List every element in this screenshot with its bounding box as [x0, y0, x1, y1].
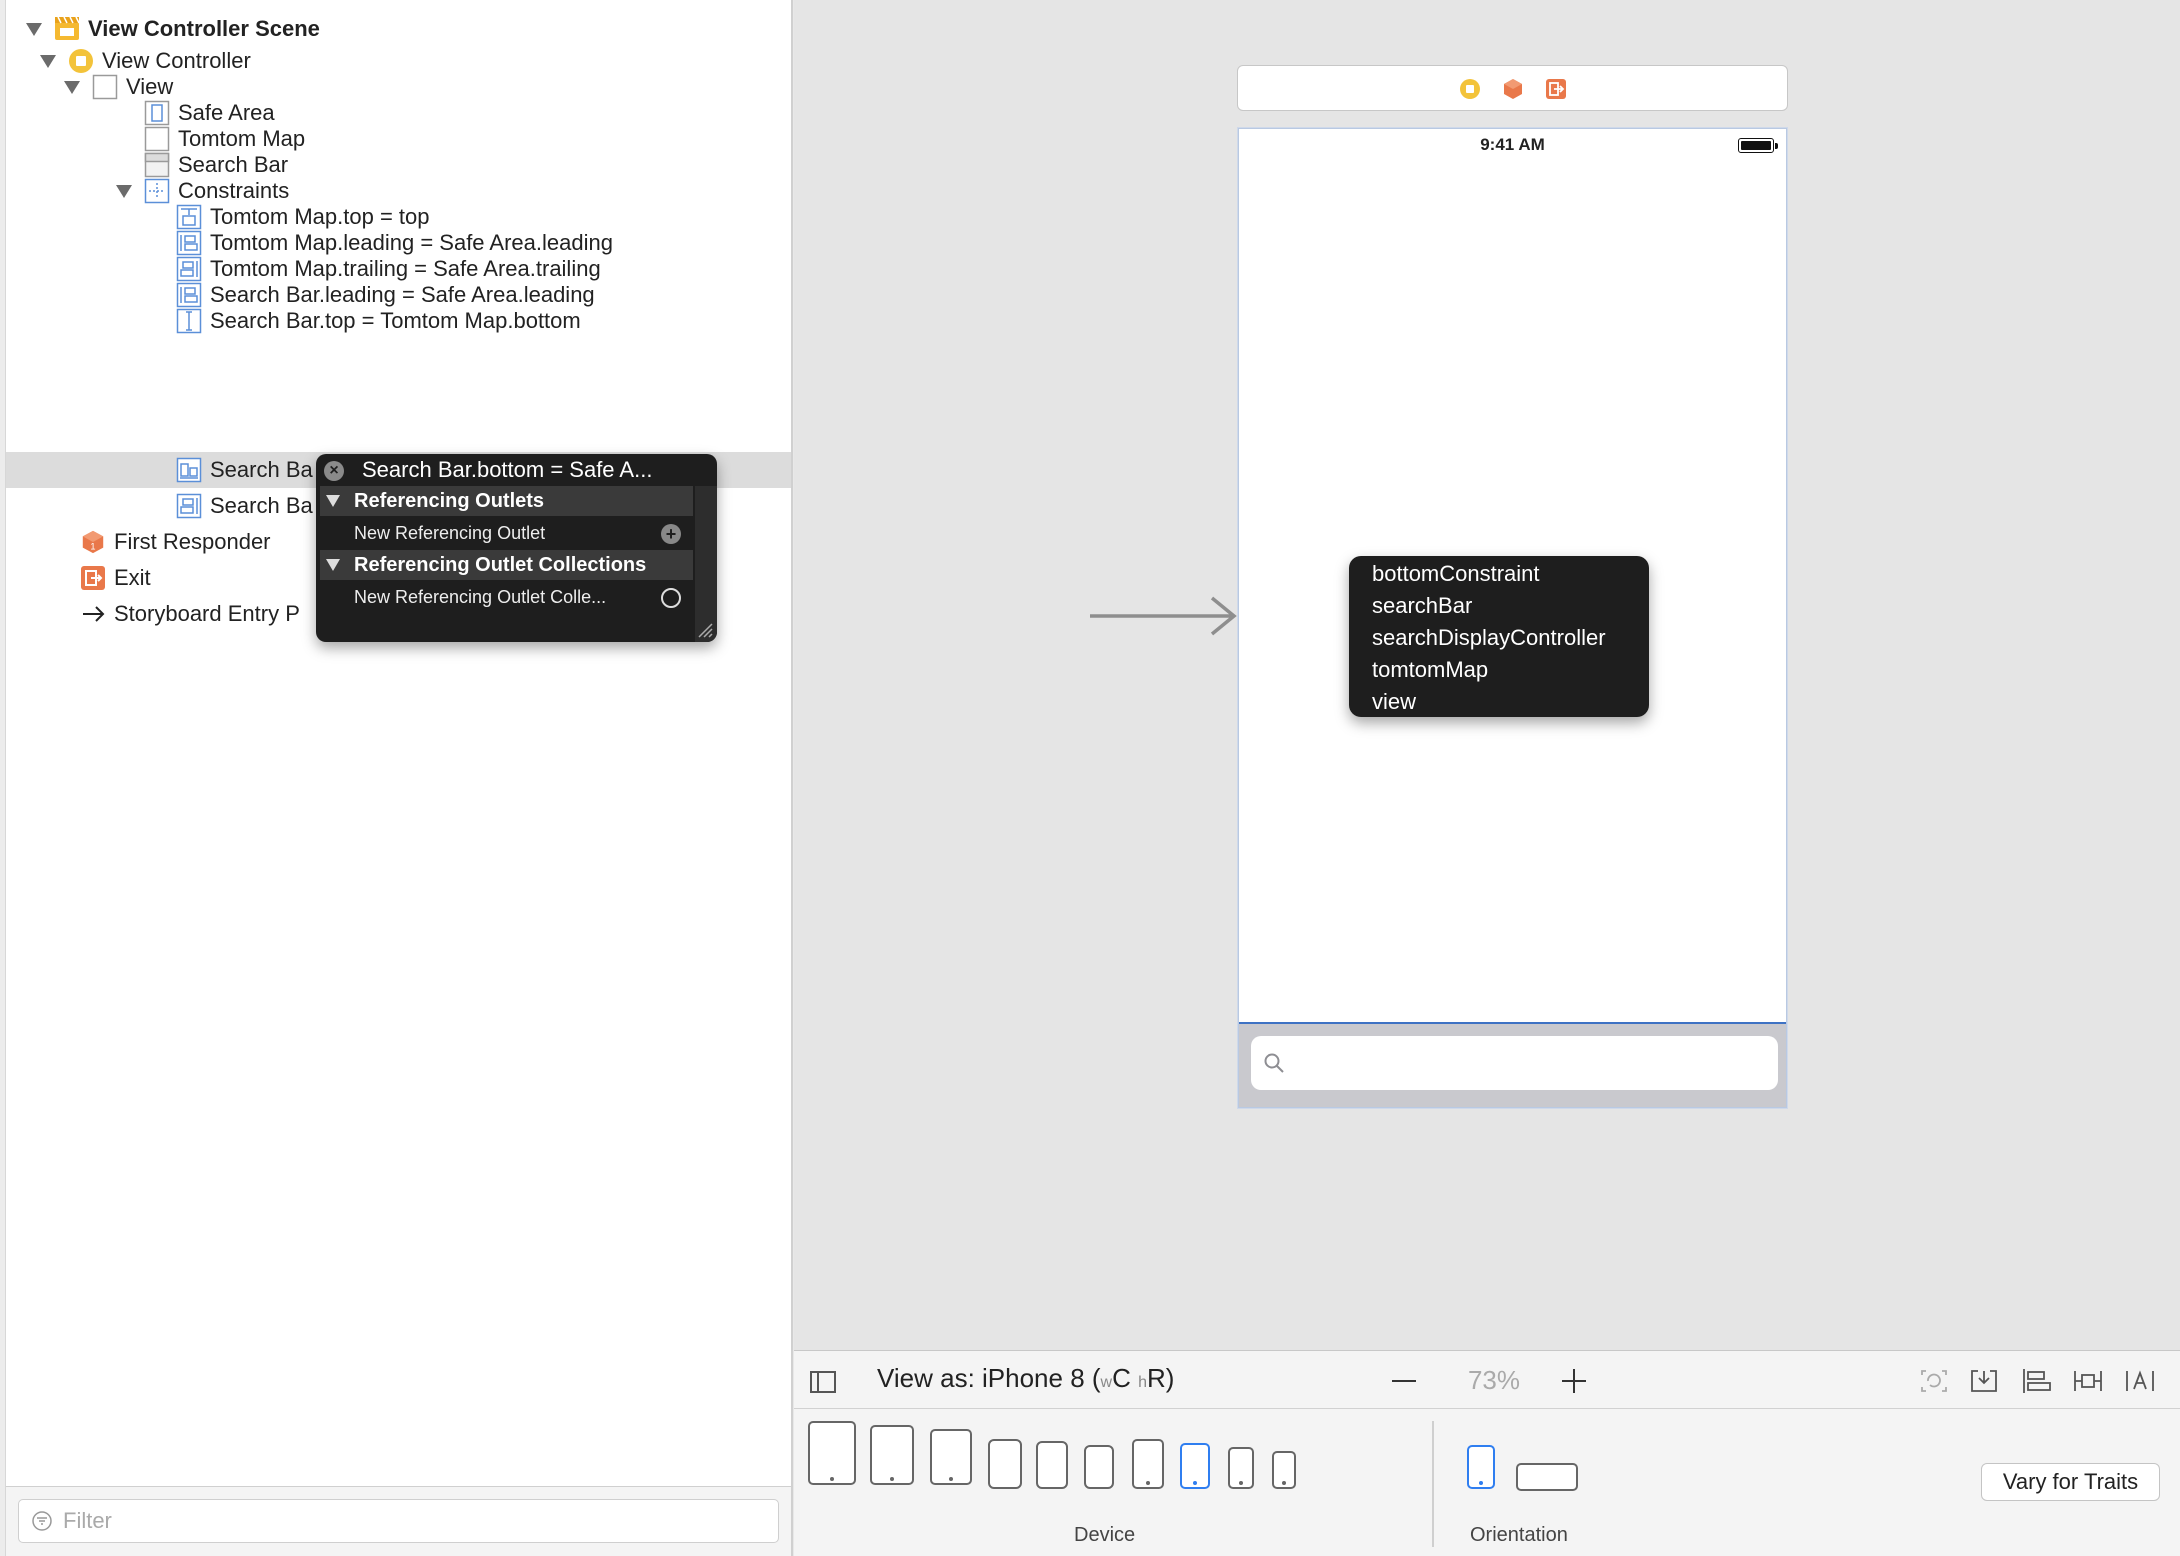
device-iphone-se-icon[interactable] [1228, 1447, 1254, 1489]
disclosure-triangle-icon[interactable] [116, 184, 132, 198]
search-icon [1264, 1053, 1284, 1073]
bottom-toolbar: View as: iPhone 8 (wC hR) 73% [794, 1351, 2180, 1409]
disclosure-triangle-icon[interactable] [26, 22, 42, 36]
outlet-picker-popup: bottomConstraint searchBar searchDisplay… [1349, 556, 1649, 717]
search-bar-view[interactable] [1239, 1024, 1786, 1107]
device-ipad-icon[interactable] [930, 1429, 972, 1485]
outline-row-label: Search Ba [210, 493, 313, 518]
search-input[interactable] [1291, 1046, 1761, 1080]
update-frames-icon[interactable] [1918, 1367, 1950, 1395]
size-class-w-prefix: w [1100, 1374, 1113, 1391]
svg-text:1: 1 [90, 541, 95, 551]
zoom-level: 73% [1467, 1365, 1521, 1395]
entry-point-arrow-icon[interactable] [1090, 594, 1238, 638]
search-field[interactable] [1251, 1036, 1778, 1090]
vary-for-traits-button[interactable]: Vary for Traits [1981, 1463, 2160, 1501]
arrow-right-icon [80, 601, 106, 627]
constraint-trailing-icon [176, 493, 202, 519]
outline-filter-bar [6, 1486, 791, 1556]
size-class-h-prefix: h [1138, 1374, 1148, 1391]
view-as-prefix: View as: iPhone 8 ( [877, 1363, 1101, 1393]
device-iphone-8-icon[interactable] [1180, 1443, 1210, 1489]
outline-row-constraint[interactable]: Search Bar.top = Tomtom Map.bottom [6, 303, 791, 339]
device-ipad-pro-12-9-icon[interactable] [808, 1421, 856, 1485]
sidebar-toggle-icon[interactable] [810, 1371, 836, 1393]
outlet-option[interactable]: bottomConstraint [1349, 558, 1649, 590]
device-iphone-xr-icon[interactable] [1084, 1445, 1114, 1489]
resolve-auto-layout-icon[interactable] [2124, 1367, 2156, 1395]
filter-icon [32, 1511, 52, 1531]
embed-in-icon[interactable] [1968, 1367, 2000, 1395]
outline-row-view-controller-scene[interactable]: View Controller Scene [6, 11, 791, 47]
section-header-label: Referencing Outlets [354, 489, 545, 512]
outlet-option[interactable]: view [1349, 686, 1649, 718]
exit-icon[interactable] [1545, 78, 1567, 100]
resize-handle-icon[interactable] [697, 622, 713, 638]
zoom-out-icon[interactable] [1384, 1363, 1424, 1399]
device-iphone-4s-icon[interactable] [1272, 1451, 1296, 1489]
filter-input[interactable] [63, 1508, 663, 1534]
first-responder-icon: 1 [80, 529, 106, 555]
device-iphone-xs-max-icon[interactable] [988, 1439, 1022, 1489]
bottom-divider [1432, 1421, 1434, 1547]
scene-icon [54, 16, 80, 42]
outlet-option[interactable]: searchBar [1349, 590, 1649, 622]
device-ipad-pro-11-icon[interactable] [870, 1425, 914, 1485]
add-connection-icon[interactable]: + [661, 524, 681, 544]
first-responder-icon[interactable] [1502, 78, 1524, 100]
zoom-in-icon[interactable] [1554, 1363, 1594, 1399]
connections-popup: × Search Bar.bottom = Safe A... Referenc… [316, 454, 717, 642]
constraint-vertical-icon [176, 308, 202, 334]
device-configuration-bar: View as: iPhone 8 (wC hR) 73% Device Ori… [794, 1350, 2180, 1556]
outline-row-label: Storyboard Entry P [114, 601, 300, 626]
constraint-bottom-icon [176, 457, 202, 483]
outlet-option[interactable]: searchDisplayController [1349, 622, 1649, 654]
exit-icon [80, 565, 106, 591]
size-class-h: R) [1147, 1363, 1175, 1393]
orientation-portrait-icon[interactable] [1467, 1445, 1495, 1489]
status-bar-time: 9:41 AM [1480, 135, 1545, 154]
device-iphone-8-plus-icon[interactable] [1132, 1439, 1164, 1489]
view-controller-icon[interactable] [1459, 78, 1481, 100]
view-as-label[interactable]: View as: iPhone 8 (wC hR) [877, 1363, 1174, 1394]
outline-row-label: Search Bar.top = Tomtom Map.bottom [210, 308, 581, 333]
outline-row-label: View Controller Scene [88, 16, 320, 41]
size-class-w: C [1112, 1363, 1131, 1393]
outline-row-label: Search Ba [210, 457, 313, 482]
battery-icon [1738, 138, 1778, 153]
align-icon[interactable] [2020, 1367, 2052, 1395]
disclosure-triangle-icon[interactable] [326, 495, 340, 507]
scene-dock[interactable] [1237, 65, 1788, 111]
outline-row-label: Exit [114, 565, 151, 590]
new-referencing-outlet-collection-item[interactable]: New Referencing Outlet Colle... [354, 582, 681, 612]
connection-circle-icon[interactable] [661, 588, 681, 608]
disclosure-triangle-icon[interactable] [326, 559, 340, 571]
outlet-option[interactable]: tomtomMap [1349, 654, 1649, 686]
outline-row-label: First Responder [114, 529, 271, 554]
connections-scrollbar[interactable] [695, 486, 717, 642]
new-referencing-outlet-item[interactable]: New Referencing Outlet [354, 518, 681, 548]
filter-field[interactable] [18, 1499, 779, 1543]
connections-popup-title: Search Bar.bottom = Safe A... [362, 457, 653, 482]
device-label: Device [1074, 1524, 1136, 1546]
orientation-landscape-icon[interactable] [1516, 1463, 1578, 1491]
orientation-label: Orientation [1470, 1524, 1568, 1546]
item-label: New Referencing Outlet [354, 522, 546, 543]
device-iphone-xs-icon[interactable] [1036, 1441, 1068, 1489]
section-header-referencing-outlets[interactable]: Referencing Outlets [320, 486, 693, 516]
disclosure-triangle-icon[interactable] [64, 80, 80, 94]
add-constraints-icon[interactable] [2072, 1367, 2104, 1395]
section-header-referencing-outlet-collections[interactable]: Referencing Outlet Collections [320, 550, 693, 580]
section-header-label: Referencing Outlet Collections [354, 553, 647, 576]
item-label: New Referencing Outlet Colle... [354, 586, 607, 607]
document-outline: View Controller Scene View Controller Vi… [0, 0, 793, 1556]
disclosure-triangle-icon[interactable] [40, 54, 56, 68]
